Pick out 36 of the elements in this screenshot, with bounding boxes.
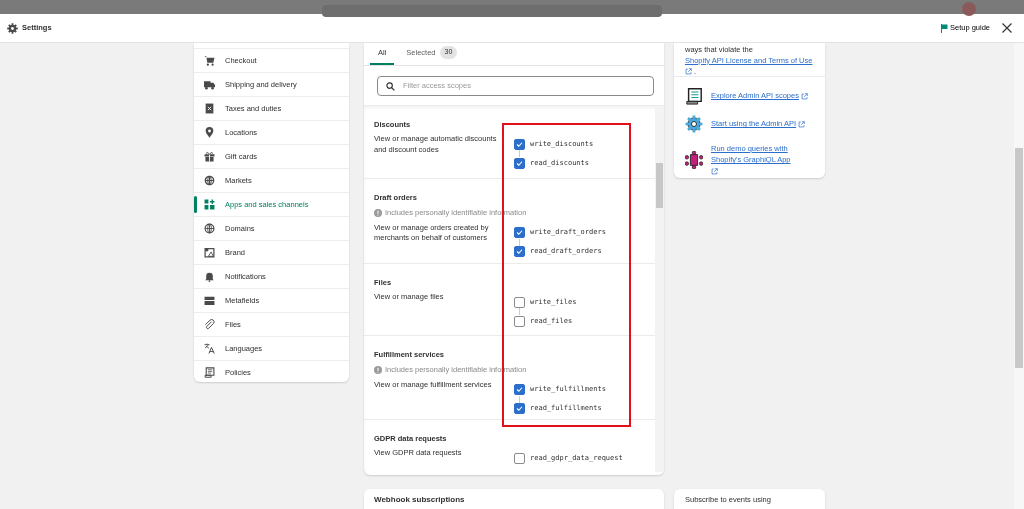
checkmark-icon bbox=[516, 159, 523, 167]
info-icon bbox=[374, 208, 382, 217]
external-link-icon bbox=[711, 168, 718, 175]
pin-icon bbox=[204, 127, 215, 138]
scroll-icon bbox=[685, 87, 703, 105]
network-icon bbox=[685, 150, 703, 169]
close-button[interactable] bbox=[1002, 23, 1012, 33]
info-icon bbox=[374, 365, 382, 374]
avatar bbox=[962, 2, 976, 16]
checkmark-icon bbox=[516, 248, 523, 255]
flag-icon bbox=[940, 23, 948, 33]
card-title: Webhook subscriptions bbox=[374, 494, 466, 506]
tray-icon bbox=[204, 295, 215, 306]
paperclip-icon bbox=[204, 319, 215, 330]
scroll-icon bbox=[204, 367, 215, 378]
checkmark-icon bbox=[516, 405, 523, 412]
external-link-icon bbox=[801, 92, 809, 100]
gift-icon bbox=[204, 151, 215, 162]
checkmark-icon bbox=[516, 140, 523, 148]
globe-icon bbox=[204, 175, 215, 186]
external-link-icon bbox=[798, 120, 806, 128]
image-icon bbox=[204, 247, 215, 258]
bell-icon bbox=[204, 271, 215, 282]
gear-icon bbox=[685, 115, 703, 133]
truck-icon bbox=[204, 79, 215, 90]
checkmark-icon bbox=[516, 386, 523, 393]
external-link-icon bbox=[685, 68, 692, 76]
globe-icon bbox=[204, 223, 215, 234]
search-icon bbox=[386, 81, 395, 91]
receipt-icon bbox=[204, 103, 215, 114]
apps-grid-icon bbox=[204, 199, 215, 210]
checkmark-icon bbox=[516, 229, 523, 236]
settings-icon bbox=[7, 22, 18, 34]
cart-icon bbox=[204, 55, 215, 66]
translate-icon bbox=[204, 343, 215, 354]
close-icon bbox=[1002, 23, 1012, 33]
